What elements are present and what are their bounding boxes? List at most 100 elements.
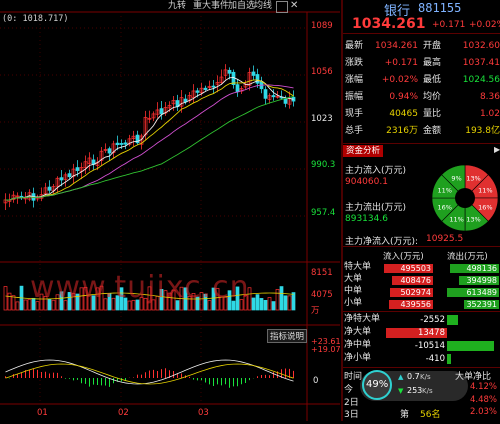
inflow-value: 439556 [400,300,431,309]
ma10-line [5,79,294,201]
ma-info-text: (0: 1018.717) [2,14,69,24]
kline-chart-svg[interactable] [0,0,340,421]
net-flow-value: -10514 [414,341,445,351]
progress-percent: 49% [366,379,389,390]
upload-arrow-icon: ▲ [398,373,404,381]
volume-bar [275,289,280,311]
close-icon[interactable]: ✕ [290,0,298,11]
net-divider [343,246,500,247]
rank-prefix: 第 [400,410,410,420]
volume-bar [263,299,268,311]
volume-bar [23,299,28,311]
rank-value: 56名 [420,410,441,420]
inflow-value: 408476 [400,276,431,285]
volume-axis-label: 8151 [311,268,333,278]
pie-slice-label: 9% [451,175,461,183]
candle-body [159,108,164,115]
candle-body [235,84,240,93]
net-inflow-value: 10925.5 [426,234,464,244]
stock-code: 881155 [418,1,462,15]
volume-bar [291,292,296,311]
volume-bar [15,301,20,311]
quote-label: 总手 [345,126,364,136]
download-speed: 253 [407,386,423,395]
net-flow-label: 净小单 [344,353,372,363]
volume-bar [11,295,16,311]
rank-day-3: 3日 [344,410,359,420]
volume-bar [255,294,260,311]
inflow-value: 502974 [400,288,431,297]
candle-body [47,186,52,191]
net-flow-label: 净大单 [344,327,372,337]
net-flow-value: -410 [425,354,445,364]
jiuzhuan-button[interactable]: 九转 [168,0,186,12]
volume-bar [7,292,12,311]
time-axis-label: 01 [37,408,48,418]
quote-label: 均价 [423,92,442,102]
pie-slice-label: 11% [437,187,451,195]
price-axis-label: 990.3 [311,160,336,170]
quote-label: 开盘 [423,41,442,51]
main-inflow-label: 主力流入(万元) [345,166,407,176]
outflow-value: 352391 [466,300,497,309]
major-events-button[interactable]: 重大事件 [193,0,229,12]
candle-body [255,74,260,84]
net-flow-value: -2552 [420,315,445,325]
quote-value: 40465 [389,109,418,119]
inflow-value: 495503 [400,264,431,273]
outflow-value: 613489 [466,288,497,297]
price-change: +0.171 [432,20,466,30]
quote-label: 最高 [423,58,442,68]
candle-body [211,85,216,88]
pie-slice-label: 13% [466,175,480,183]
big-net-value: 4.12% [470,382,498,392]
net-flow-value: 13478 [417,328,445,338]
quote-label: 振幅 [345,92,364,102]
price-axis-label: 1089 [311,21,333,31]
candle-body [115,142,120,146]
quote-value: 1032.60 [462,41,500,51]
candle-body [263,89,268,99]
big-net-value: 2.03% [470,407,498,417]
volume-bar [279,286,284,311]
watermark: www.tujixc.cn [30,270,250,305]
net-outflow-bar [447,341,494,351]
pie-hole [455,188,475,208]
net-flow-label: 净特大单 [344,314,381,324]
pie-slice-label: 11% [449,215,463,223]
header-divider [343,33,500,34]
volume-bar [251,297,256,311]
candle-body [271,95,276,98]
quote-value: 1024.56 [462,75,500,85]
quote-value: 8.36 [479,92,500,102]
indicator-axis-label: 0 [313,376,319,386]
price-axis-label: 1023 [311,114,333,124]
indicator-axis-label: +19.07 [311,345,341,354]
quote-label: 现手 [345,109,364,119]
quote-label: 最低 [423,75,442,85]
candle-body [119,143,124,145]
candle-body [59,177,64,181]
outflow-header: 流出(万元) [447,252,488,262]
main-outflow-value: 893134.6 [345,214,388,224]
ma-lines-button[interactable]: 均线 [254,0,272,12]
net-outflow-bar [447,354,451,364]
rank-day-today: 今 [344,385,354,395]
volume-bar [287,295,292,311]
download-arrow-icon: ▼ [398,387,404,395]
candle-body [75,167,80,171]
settings-box-icon[interactable] [276,1,288,13]
add-watchlist-button[interactable]: 加自选 [228,0,255,12]
price-axis-label: 1056 [311,67,333,77]
kline-chart-area[interactable] [0,0,340,421]
tab-capital-analysis[interactable]: 资金分析 [343,145,383,157]
volume-bar [259,298,264,311]
capital-pie-chart: 13%11%16%13%11%16%11%9% [431,164,499,232]
candle-body [67,173,72,178]
quote-value: 1037.41 [462,58,500,68]
last-price: 1034.261 [352,16,426,32]
tab-more-icon[interactable]: ▶ [494,145,500,154]
indicator-help-button[interactable]: 指标说明 [267,329,308,343]
volume-bar [283,295,288,311]
quote-label: 涨幅 [345,75,364,85]
